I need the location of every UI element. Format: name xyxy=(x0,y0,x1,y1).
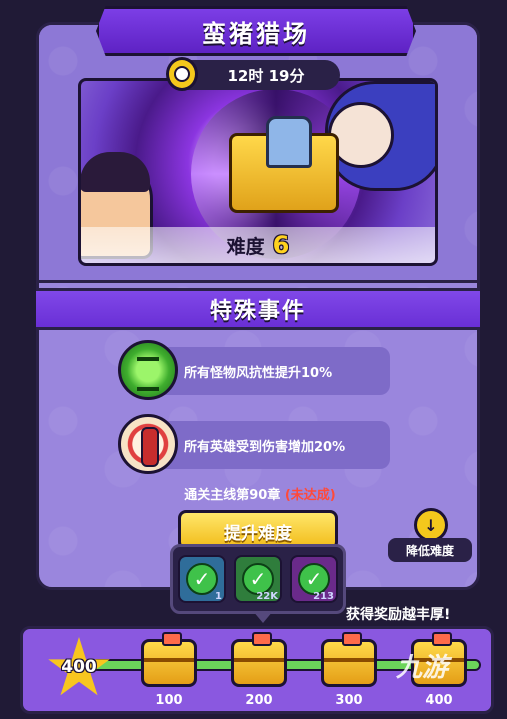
reward-chest-300[interactable] xyxy=(321,632,377,687)
event-text: 所有怪物风抗性提升10% xyxy=(184,365,333,381)
event-row-wind-resist: 所有怪物风抗性提升10% xyxy=(118,340,390,400)
title-banner: 蛮猪猎场 xyxy=(96,6,416,56)
treasure-chest-illustration xyxy=(229,116,339,213)
difficulty-value: 6 xyxy=(272,231,290,259)
hero-character-right xyxy=(325,81,435,191)
event-row-hero-damage: 所有英雄受到伤害增加20% xyxy=(118,414,390,474)
lower-difficulty-button[interactable]: ↓ 降低难度 xyxy=(388,508,472,564)
milestone-label: 400 xyxy=(425,693,453,708)
raise-difficulty-label: 提升难度 xyxy=(224,524,292,544)
page-title: 蛮猪猎场 xyxy=(202,19,310,48)
reward-item-count: 1 xyxy=(215,591,222,602)
reward-item-count: 22K xyxy=(256,591,278,602)
check-icon: ✓ xyxy=(186,563,218,595)
damage-pill-icon xyxy=(118,414,178,474)
reward-item-count: 213 xyxy=(313,591,334,602)
arrow-down-icon: ↓ xyxy=(414,508,448,542)
unlock-condition: 通关主线第90章 xyxy=(184,488,281,503)
current-points: 400 xyxy=(61,657,97,677)
hunt-artwork: 难度 6 xyxy=(78,78,438,266)
watermark-logo: 九游 xyxy=(395,652,448,683)
milestone-label: 300 xyxy=(335,693,363,708)
reward-item-tile[interactable]: ✓ 22K xyxy=(234,555,282,603)
reward-tooltip: ✓ 1 ✓ 22K ✓ 213 xyxy=(170,544,346,623)
event-description-bar: 所有英雄受到伤害增加20% xyxy=(148,421,390,469)
stopwatch-icon xyxy=(166,57,198,91)
lower-difficulty-label: 降低难度 xyxy=(388,538,472,562)
game-screen: 蛮猪猎场 12时 19分 难度 6 特殊事件 所有怪物风抗性提升10% 所有英雄… xyxy=(0,0,507,719)
countdown-timer: 12时 19分 xyxy=(166,57,340,91)
event-description-bar: 所有怪物风抗性提升10% xyxy=(148,347,390,395)
reward-hint: 获得奖励越丰厚! xyxy=(346,607,451,623)
special-events-header: 特殊事件 xyxy=(36,288,480,330)
reward-item-tile[interactable]: ✓ 213 xyxy=(290,555,338,603)
event-text: 所有英雄受到伤害增加20% xyxy=(184,439,346,455)
reward-chest-200[interactable] xyxy=(231,632,287,687)
reward-item-tile[interactable]: ✓ 1 xyxy=(178,555,226,603)
special-events-title: 特殊事件 xyxy=(209,299,306,324)
difficulty-display: 难度 6 xyxy=(81,227,435,263)
reward-chest-100[interactable] xyxy=(141,632,197,687)
wind-tornado-icon xyxy=(118,340,178,400)
timer-text: 12时 19分 xyxy=(227,66,305,85)
unlock-requirement: 通关主线第90章 (未达成) xyxy=(150,484,370,503)
milestone-label: 100 xyxy=(155,693,183,708)
difficulty-label: 难度 xyxy=(226,235,265,258)
unlock-status: (未达成) xyxy=(284,488,336,503)
milestone-label: 200 xyxy=(245,693,273,708)
